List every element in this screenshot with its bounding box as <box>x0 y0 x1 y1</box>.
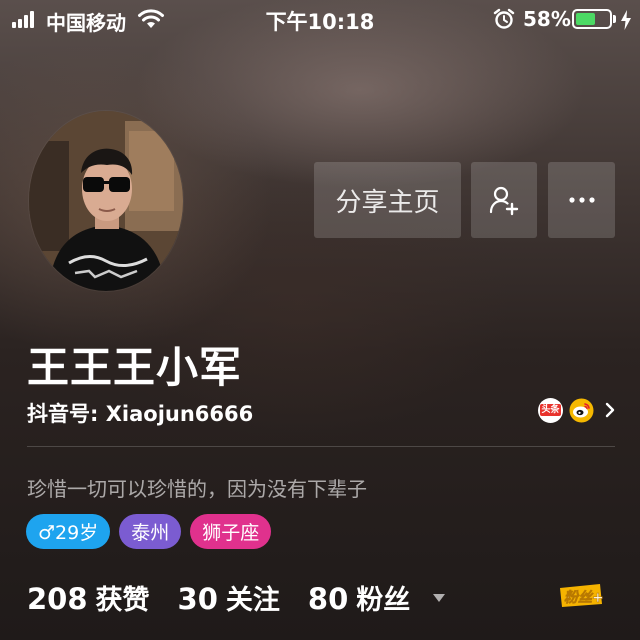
alarm-icon <box>493 8 515 29</box>
toutiao-label: 头条 <box>540 404 561 416</box>
charging-icon <box>621 10 631 30</box>
more-button[interactable] <box>548 162 615 238</box>
more-icon <box>568 197 595 203</box>
fans-badge-icon[interactable]: 粉丝+ <box>556 580 616 610</box>
profile-tags: ♂29岁 泰州 狮子座 <box>26 514 272 549</box>
toutiao-icon[interactable]: 头条 <box>538 397 563 423</box>
profile-stats: 208 获赞 30 关注 80 粉丝 <box>27 578 446 617</box>
douyin-id: 抖音号: Xiaojun6666 <box>27 402 254 426</box>
likes-stat[interactable]: 208 获赞 <box>27 578 150 617</box>
avatar-photo <box>29 111 183 291</box>
status-bar: 中国移动 下午10:18 58% <box>0 0 640 40</box>
dropdown-triangle-icon[interactable] <box>432 593 446 603</box>
following-stat[interactable]: 30 关注 <box>178 578 280 617</box>
fans-label: 粉丝 <box>356 585 411 616</box>
profile-signature: 珍惜一切可以珍惜的，因为没有下辈子 <box>27 477 367 501</box>
add-friend-button[interactable] <box>471 162 537 238</box>
battery-icon <box>572 9 612 29</box>
battery-percent: 58% <box>523 7 571 31</box>
chevron-right-icon[interactable] <box>604 400 616 420</box>
share-profile-button[interactable]: 分享主页 <box>314 162 461 238</box>
fans-badge-text: 粉丝+ <box>564 589 604 606</box>
profile-nickname: 王王王小军 <box>27 343 243 392</box>
weibo-icon[interactable] <box>569 398 594 423</box>
battery-level <box>576 13 595 25</box>
fans-stat[interactable]: 80 粉丝 <box>308 578 410 617</box>
zodiac-tag[interactable]: 狮子座 <box>190 514 272 549</box>
following-label: 关注 <box>225 585 280 616</box>
fans-count: 80 <box>307 582 349 616</box>
battery-tip <box>613 15 616 23</box>
add-user-icon <box>489 186 519 216</box>
gender-age-tag[interactable]: ♂29岁 <box>26 514 111 549</box>
likes-count: 208 <box>27 582 88 616</box>
likes-label: 获赞 <box>95 585 150 616</box>
linked-accounts[interactable]: 头条 <box>538 397 616 423</box>
following-count: 30 <box>177 582 218 616</box>
divider <box>27 446 615 447</box>
avatar[interactable] <box>29 111 183 291</box>
city-tag[interactable]: 泰州 <box>119 514 182 549</box>
